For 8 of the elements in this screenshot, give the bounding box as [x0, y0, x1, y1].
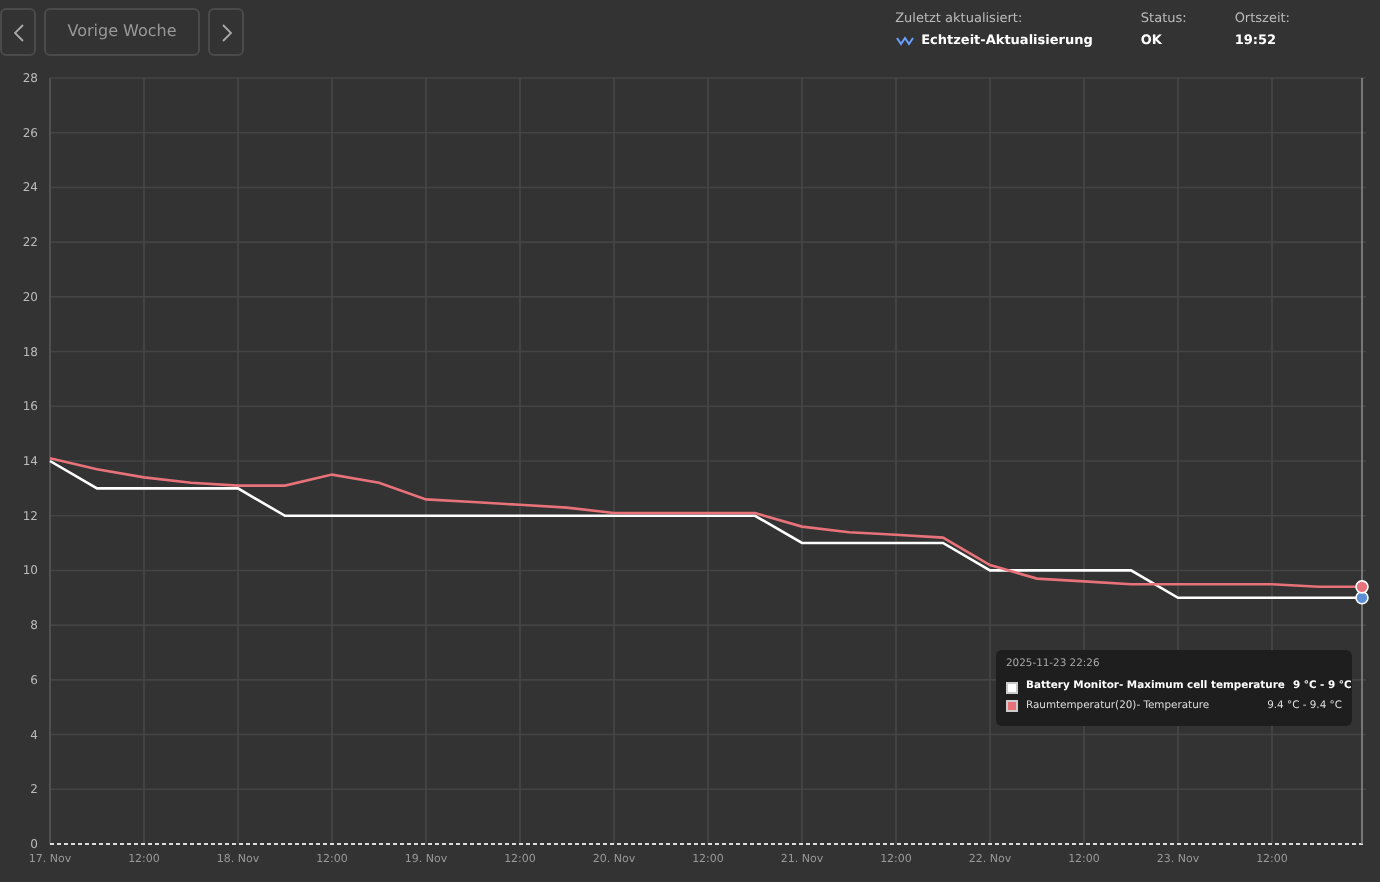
next-button[interactable]: [208, 8, 244, 56]
chevron-right-icon: [221, 23, 231, 41]
previous-week-button[interactable]: Vorige Woche: [44, 8, 200, 56]
wave-icon: [895, 35, 914, 46]
legend-swatch: [1006, 700, 1018, 713]
chevron-left-icon: [13, 23, 23, 41]
previous-button[interactable]: [0, 8, 36, 56]
legend-swatch: [1006, 681, 1018, 694]
